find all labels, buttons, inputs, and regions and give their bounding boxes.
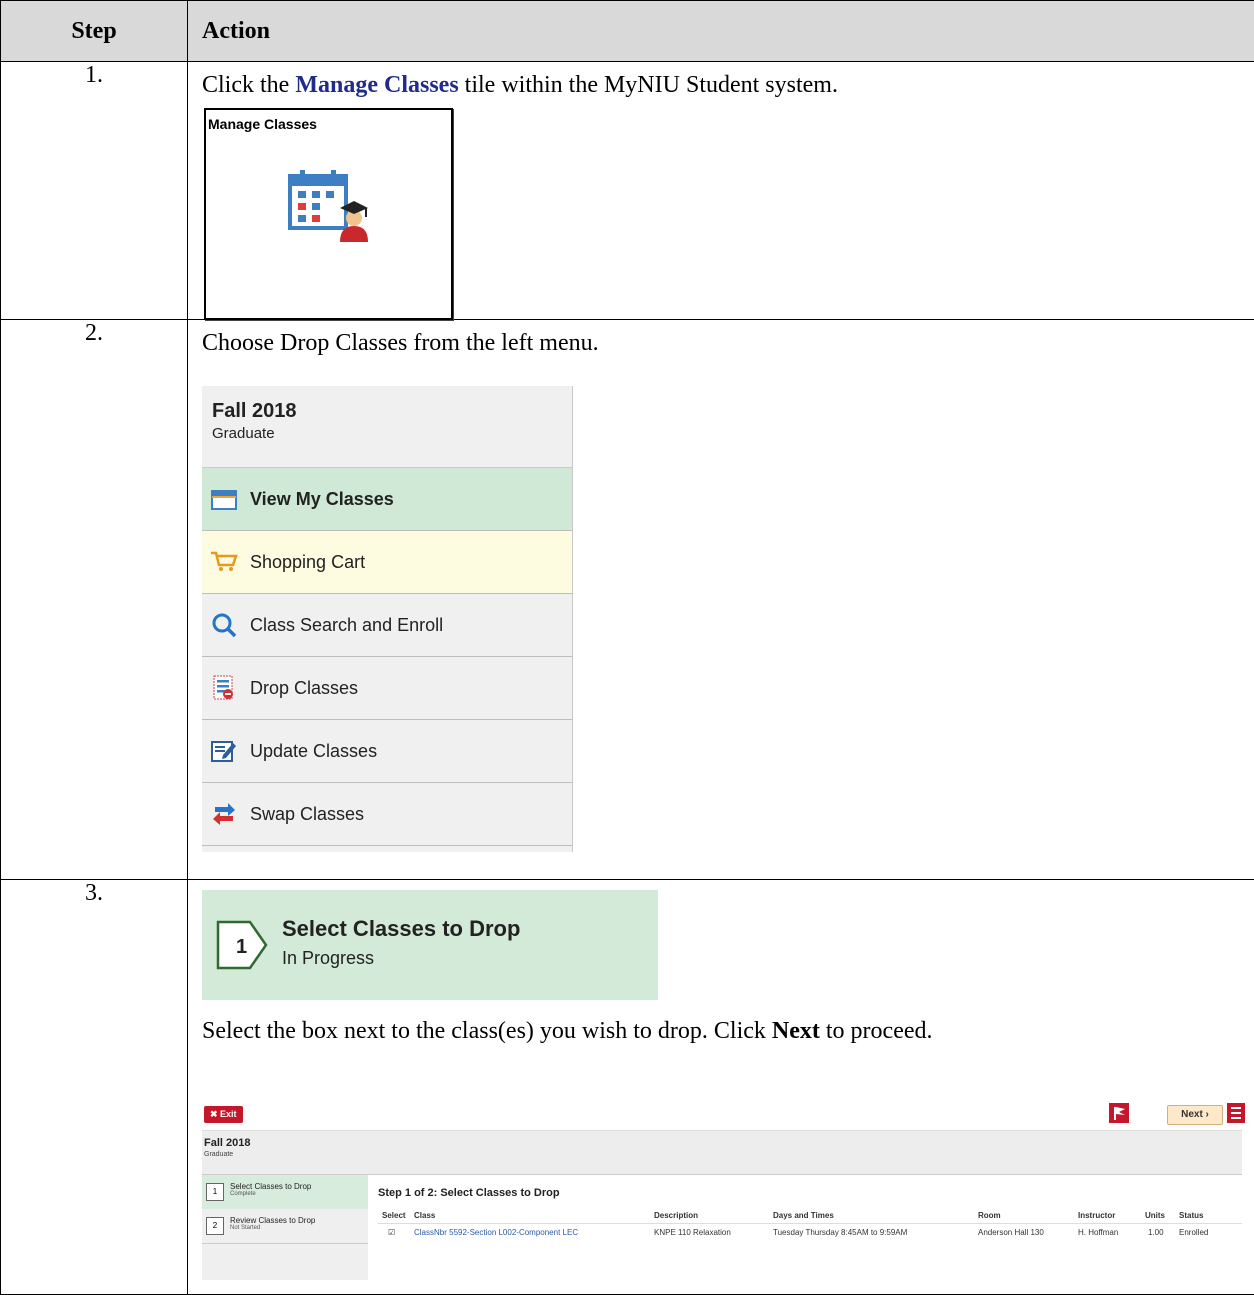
column-header: Units [1145, 1211, 1165, 1220]
header-action: Action [187, 0, 1254, 62]
menu-item-update-classes[interactable]: Update Classes [202, 720, 572, 783]
step-num: 2 [206, 1217, 224, 1235]
class-description: KNPE 110 Relaxation [654, 1228, 731, 1237]
banner-title: Select Classes to Drop [282, 916, 521, 941]
step-number: 2. [0, 319, 188, 880]
menu-header: Fall 2018 Graduate [202, 386, 572, 468]
step-instruction: Select the box next to the class(es) you… [202, 1018, 933, 1044]
menu-item-label: Class Search and Enroll [250, 614, 444, 635]
column-header: Class [414, 1211, 436, 1220]
next-text: Next [771, 1018, 820, 1044]
screenshot-toolbar: ✖ Exit Next › [202, 1100, 1245, 1130]
table-row: ☑ ClassNbr 5592-Section L002-Component L… [378, 1226, 1242, 1240]
step-instruction: Choose Drop Classes from the left menu. [202, 330, 599, 356]
step-item-select[interactable]: 1 Select Classes to Drop Complete [202, 1175, 368, 1210]
drop-classes-screenshot: ✖ Exit Next › Fall 2018 Graduate 1 Selec… [202, 1100, 1245, 1280]
menu-item-label: Drop Classes [250, 677, 359, 698]
menu-item-label: View My Classes [250, 488, 394, 509]
step-action: Choose Drop Classes from the left menu. … [187, 319, 1254, 880]
tile-title: Manage Classes [208, 116, 317, 132]
manage-classes-text: Manage Classes [295, 72, 459, 98]
menu-item-label: Update Classes [250, 740, 378, 761]
step-instruction: Click the Manage Classes tile within the… [202, 72, 838, 98]
step-heading: Step 1 of 2: Select Classes to Drop [378, 1187, 560, 1199]
column-header: Room [978, 1211, 1001, 1220]
swap-arrows-icon [210, 800, 238, 828]
class-units: 1.00 [1148, 1228, 1164, 1237]
step-row-3: 3. 1 Select Classes to Drop In Progress … [0, 879, 1254, 1295]
menu-item-drop-classes[interactable]: Drop Classes [202, 657, 572, 720]
term-label: Fall 2018 [212, 400, 297, 422]
step-title: Review Classes to Drop [230, 1216, 316, 1225]
column-header: Select [382, 1211, 406, 1220]
shopping-cart-icon [210, 548, 238, 576]
step-action: Click the Manage Classes tile within the… [187, 61, 1254, 320]
column-header: Description [654, 1211, 699, 1220]
class-room: Anderson Hall 130 [978, 1228, 1044, 1237]
class-status: Enrolled [1179, 1228, 1209, 1237]
menu-item-view-my-classes[interactable]: View My Classes [202, 468, 572, 531]
step-status: Complete [230, 1191, 256, 1197]
menu-item-label: Swap Classes [250, 803, 365, 824]
step-number: 1. [0, 61, 188, 320]
step-action: 1 Select Classes to Drop In Progress Sel… [187, 879, 1254, 1295]
career-label: Graduate [204, 1151, 234, 1158]
column-header: Days and Times [773, 1211, 834, 1220]
term-label: Fall 2018 [204, 1137, 251, 1149]
class-days-times: Tuesday Thursday 8:45AM to 9:59AM [773, 1228, 908, 1237]
instruction-table: Step Action 1. Click the Manage Classes … [0, 0, 1254, 1295]
header-row: Step Action [0, 0, 1254, 62]
exit-button[interactable]: ✖ Exit [204, 1106, 243, 1123]
svg-text:1: 1 [236, 936, 247, 958]
next-button[interactable]: Next › [1167, 1105, 1223, 1125]
career-label: Graduate [212, 425, 275, 442]
step-banner: 1 Select Classes to Drop In Progress [202, 890, 658, 1000]
step-row-2: 2. Choose Drop Classes from the left men… [0, 319, 1254, 880]
select-checkbox[interactable]: ☑ [388, 1228, 395, 1237]
search-icon [210, 611, 238, 639]
manage-classes-menu: Fall 2018 Graduate View My Classes Shopp… [202, 386, 573, 852]
banner-status: In Progress [282, 948, 375, 968]
menu-item-class-search[interactable]: Class Search and Enroll [202, 594, 572, 657]
drop-list-icon [210, 674, 238, 702]
step-arrow-icon: 1 [216, 920, 268, 975]
hamburger-menu-icon[interactable] [1227, 1103, 1245, 1123]
header-step: Step [0, 0, 188, 62]
screenshot-step-list: 1 Select Classes to Drop Complete 2 Revi… [202, 1175, 368, 1280]
calendar-graduate-icon [288, 168, 378, 253]
screenshot-term-bar: Fall 2018 Graduate [202, 1130, 1242, 1175]
menu-item-shopping-cart[interactable]: Shopping Cart [202, 531, 572, 594]
flag-icon[interactable] [1109, 1103, 1129, 1123]
step-item-review[interactable]: 2 Review Classes to Drop Not Started [202, 1209, 368, 1244]
column-header: Status [1179, 1211, 1204, 1220]
class-instructor: H. Hoffman [1078, 1228, 1119, 1237]
calendar-icon [210, 485, 238, 513]
class-table-header: Select Class Description Days and Times … [378, 1209, 1242, 1224]
column-header: Instructor [1078, 1211, 1116, 1220]
step-status: Not Started [230, 1225, 261, 1231]
step-number: 3. [0, 879, 188, 1295]
menu-item-swap-classes[interactable]: Swap Classes [202, 783, 572, 846]
step-title: Select Classes to Drop [230, 1182, 312, 1191]
class-link[interactable]: ClassNbr 5592-Section L002-Component LEC [414, 1228, 578, 1237]
manage-classes-tile[interactable]: Manage Classes [204, 108, 453, 320]
menu-item-label: Shopping Cart [250, 551, 366, 572]
step-num: 1 [206, 1183, 224, 1201]
edit-icon [210, 737, 238, 765]
step-row-1: 1. Click the Manage Classes tile within … [0, 61, 1254, 320]
